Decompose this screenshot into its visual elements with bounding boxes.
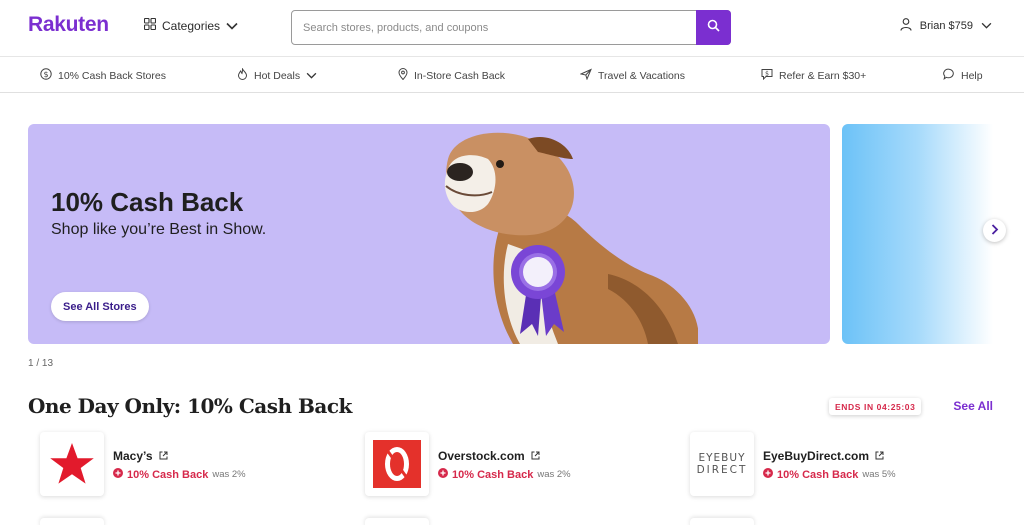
cash-back-row: 10% Cash Back was 5% bbox=[763, 468, 896, 481]
logo-text-bottom: DIRECT bbox=[696, 464, 748, 476]
external-link-icon bbox=[531, 449, 540, 463]
plus-circle-icon bbox=[763, 468, 773, 481]
flame-icon bbox=[237, 67, 248, 83]
store-name-text: Macy’s bbox=[113, 449, 153, 463]
countdown-badge: ENDS IN 04:25:03 bbox=[829, 398, 922, 415]
see-all-link[interactable]: See All bbox=[953, 399, 993, 413]
external-link-icon bbox=[159, 449, 168, 463]
nav-label: 10% Cash Back Stores bbox=[58, 69, 166, 82]
secondary-nav: $ 10% Cash Back Stores Hot Deals In-Stor… bbox=[0, 57, 1024, 93]
user-icon bbox=[900, 18, 912, 34]
store-card-overstock[interactable]: Overstock.com 10% Cash Back was 2% bbox=[365, 432, 665, 498]
macys-logo bbox=[40, 432, 104, 496]
store-card-eyebuydirect[interactable]: EYEBUY DIRECT EyeBuyDirect.com 10% Cash … bbox=[690, 432, 990, 498]
hero-banner[interactable]: 10% Cash Back Shop like you’re Best in S… bbox=[28, 124, 830, 344]
cash-back-value: 10% Cash Back bbox=[452, 468, 534, 481]
site-header: Rakuten Categories Brian $759 bbox=[0, 0, 1024, 57]
nav-cash-back-stores[interactable]: $ 10% Cash Back Stores bbox=[40, 68, 166, 83]
store-name-text: Overstock.com bbox=[438, 449, 525, 463]
categories-label: Categories bbox=[162, 18, 221, 33]
chevron-down-icon bbox=[226, 19, 238, 33]
search-bar bbox=[291, 10, 731, 45]
store-card-macys[interactable]: Macy’s 10% Cash Back was 2% bbox=[40, 432, 340, 498]
nav-in-store-cash-back[interactable]: In-Store Cash Back bbox=[398, 68, 505, 83]
chevron-right-icon bbox=[991, 222, 999, 240]
dollar-circle-icon: $ bbox=[40, 68, 52, 83]
nav-label: Refer & Earn $30+ bbox=[779, 69, 867, 82]
carousel-next-button[interactable] bbox=[983, 219, 1006, 242]
hero-subtitle: Shop like you’re Best in Show. bbox=[51, 221, 267, 238]
cash-back-value: 10% Cash Back bbox=[127, 468, 209, 481]
nav-label: In-Store Cash Back bbox=[414, 69, 506, 82]
section-title: One Day Only: 10% Cash Back bbox=[28, 394, 352, 418]
plane-icon bbox=[579, 68, 592, 83]
search-input[interactable] bbox=[303, 11, 693, 44]
chat-bubble-icon bbox=[943, 68, 955, 83]
nav-refer-earn[interactable]: $ Refer & Earn $30+ bbox=[761, 68, 866, 83]
categories-menu[interactable]: Categories bbox=[143, 17, 238, 33]
overstock-logo bbox=[365, 432, 429, 496]
store-card-next-row bbox=[690, 518, 754, 525]
svg-text:$: $ bbox=[43, 70, 48, 79]
plus-circle-icon bbox=[113, 468, 123, 481]
previous-rate: was 2% bbox=[537, 469, 571, 480]
nav-travel-vacations[interactable]: Travel & Vacations bbox=[579, 68, 685, 83]
nav-label: Help bbox=[961, 69, 983, 82]
svg-text:$: $ bbox=[765, 71, 769, 78]
previous-rate: was 2% bbox=[212, 469, 246, 480]
next-slide-preview[interactable] bbox=[842, 124, 993, 344]
search-button[interactable] bbox=[696, 10, 731, 45]
location-pin-icon bbox=[398, 68, 408, 83]
chevron-down-icon bbox=[306, 70, 317, 82]
rakuten-logo[interactable]: Rakuten bbox=[28, 13, 109, 37]
hero-title: 10% Cash Back bbox=[51, 187, 244, 217]
nav-help[interactable]: Help bbox=[943, 68, 983, 83]
external-link-icon bbox=[875, 449, 884, 463]
logo-text-top: EYEBUY bbox=[698, 452, 746, 464]
store-name: Overstock.com bbox=[438, 449, 540, 463]
cash-back-row: 10% Cash Back was 2% bbox=[438, 468, 571, 481]
nav-label: Hot Deals bbox=[254, 69, 301, 82]
nav-label: Travel & Vacations bbox=[598, 69, 685, 82]
store-name-text: EyeBuyDirect.com bbox=[763, 449, 870, 463]
store-name: Macy’s bbox=[113, 449, 168, 463]
previous-rate: was 5% bbox=[862, 469, 896, 480]
store-card-next-row bbox=[365, 518, 429, 525]
bulldog-image bbox=[444, 132, 698, 344]
account-label: Brian $759 bbox=[919, 20, 973, 32]
nav-hot-deals[interactable]: Hot Deals bbox=[237, 67, 317, 83]
store-card-next-row bbox=[40, 518, 104, 525]
grid-icon bbox=[143, 17, 157, 33]
chat-dollar-icon: $ bbox=[761, 68, 773, 83]
cash-back-row: 10% Cash Back was 2% bbox=[113, 468, 246, 481]
chevron-down-icon bbox=[981, 20, 992, 32]
cash-back-value: 10% Cash Back bbox=[777, 468, 859, 481]
carousel-pager: 1 / 13 bbox=[28, 358, 54, 369]
store-name: EyeBuyDirect.com bbox=[763, 449, 884, 463]
search-icon bbox=[707, 19, 720, 37]
plus-circle-icon bbox=[438, 468, 448, 481]
eyebuydirect-logo: EYEBUY DIRECT bbox=[690, 432, 754, 496]
see-all-stores-button[interactable]: See All Stores bbox=[51, 292, 149, 321]
account-menu[interactable]: Brian $759 bbox=[900, 18, 992, 34]
